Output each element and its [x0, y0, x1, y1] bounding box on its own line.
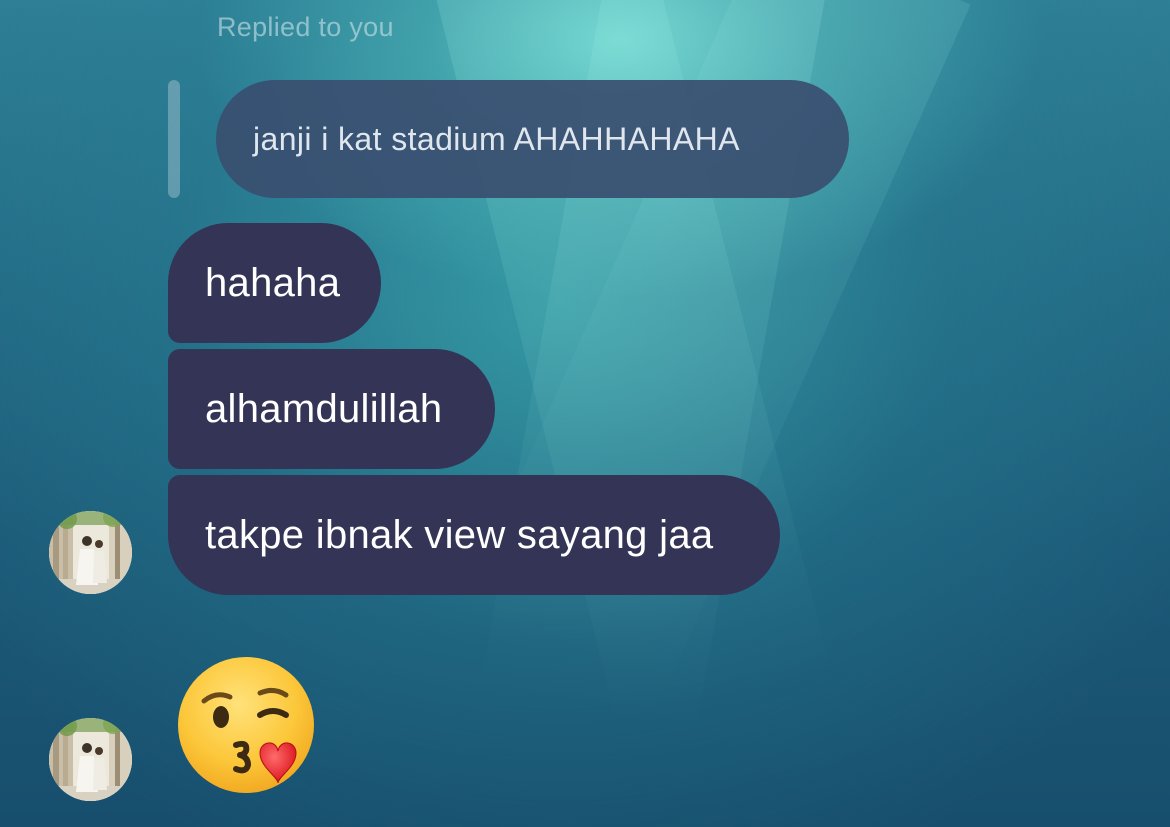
avatar[interactable] — [49, 511, 132, 594]
message-text: takpe ibnak view sayang jaa — [205, 512, 714, 557]
avatar-photo-icon — [49, 718, 132, 801]
message-text: alhamdulillah — [205, 386, 443, 431]
reply-indicator-bar — [168, 80, 180, 198]
quoted-message-bubble[interactable]: janji i kat stadium AHAHHAHAHA — [216, 80, 849, 198]
replied-to-you-label: Replied to you — [217, 12, 394, 42]
emoji-message[interactable] — [176, 655, 321, 800]
avatar-photo-icon — [49, 511, 132, 594]
message-bubble[interactable]: alhamdulillah — [168, 349, 495, 469]
face-blowing-a-kiss-icon — [178, 657, 314, 793]
message-text: hahaha — [205, 260, 341, 305]
quoted-message-text: janji i kat stadium AHAHHAHAHA — [253, 120, 740, 157]
avatar[interactable] — [49, 718, 132, 801]
message-bubble[interactable]: hahaha — [168, 223, 381, 343]
message-bubble[interactable]: takpe ibnak view sayang jaa — [168, 475, 780, 595]
